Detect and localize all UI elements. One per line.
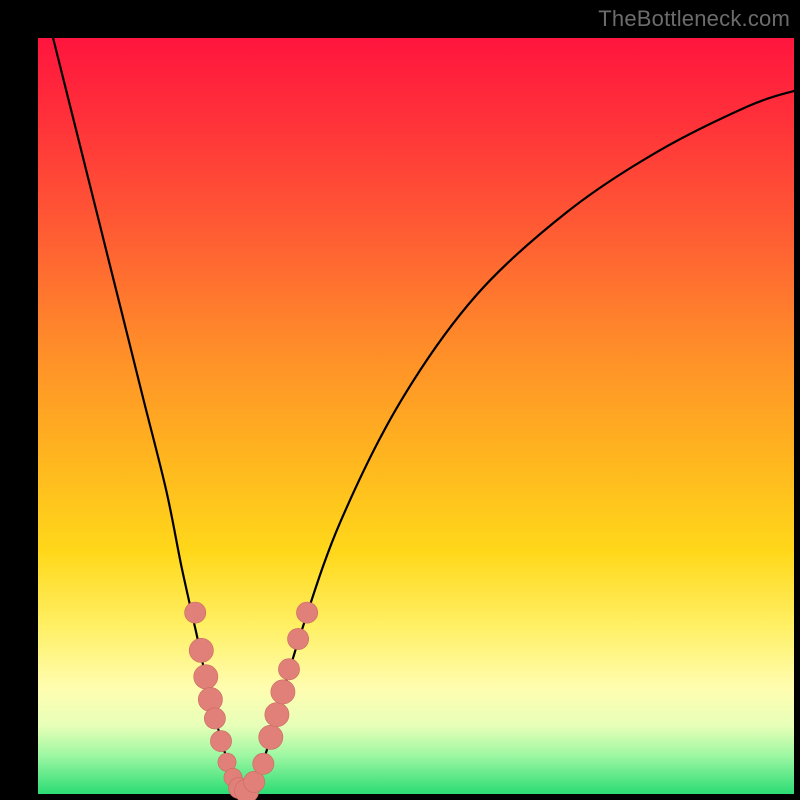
- plot-area: [38, 38, 794, 794]
- curve-marker: [204, 708, 225, 729]
- bottleneck-curve-path: [53, 38, 794, 792]
- chart-svg: [38, 38, 794, 794]
- curve-marker: [210, 731, 231, 752]
- curve-marker: [265, 703, 289, 727]
- curve-markers: [185, 602, 318, 800]
- curve-marker: [271, 680, 295, 704]
- watermark-text: TheBottleneck.com: [598, 6, 790, 32]
- chart-frame: TheBottleneck.com: [0, 0, 800, 800]
- curve-marker: [253, 753, 274, 774]
- curve-marker: [189, 638, 213, 662]
- curve-marker: [288, 628, 309, 649]
- curve-marker: [194, 665, 218, 689]
- curve-marker: [198, 687, 222, 711]
- curve-marker: [278, 659, 299, 680]
- curve-marker: [297, 602, 318, 623]
- curve-marker: [259, 725, 283, 749]
- curve-marker: [185, 602, 206, 623]
